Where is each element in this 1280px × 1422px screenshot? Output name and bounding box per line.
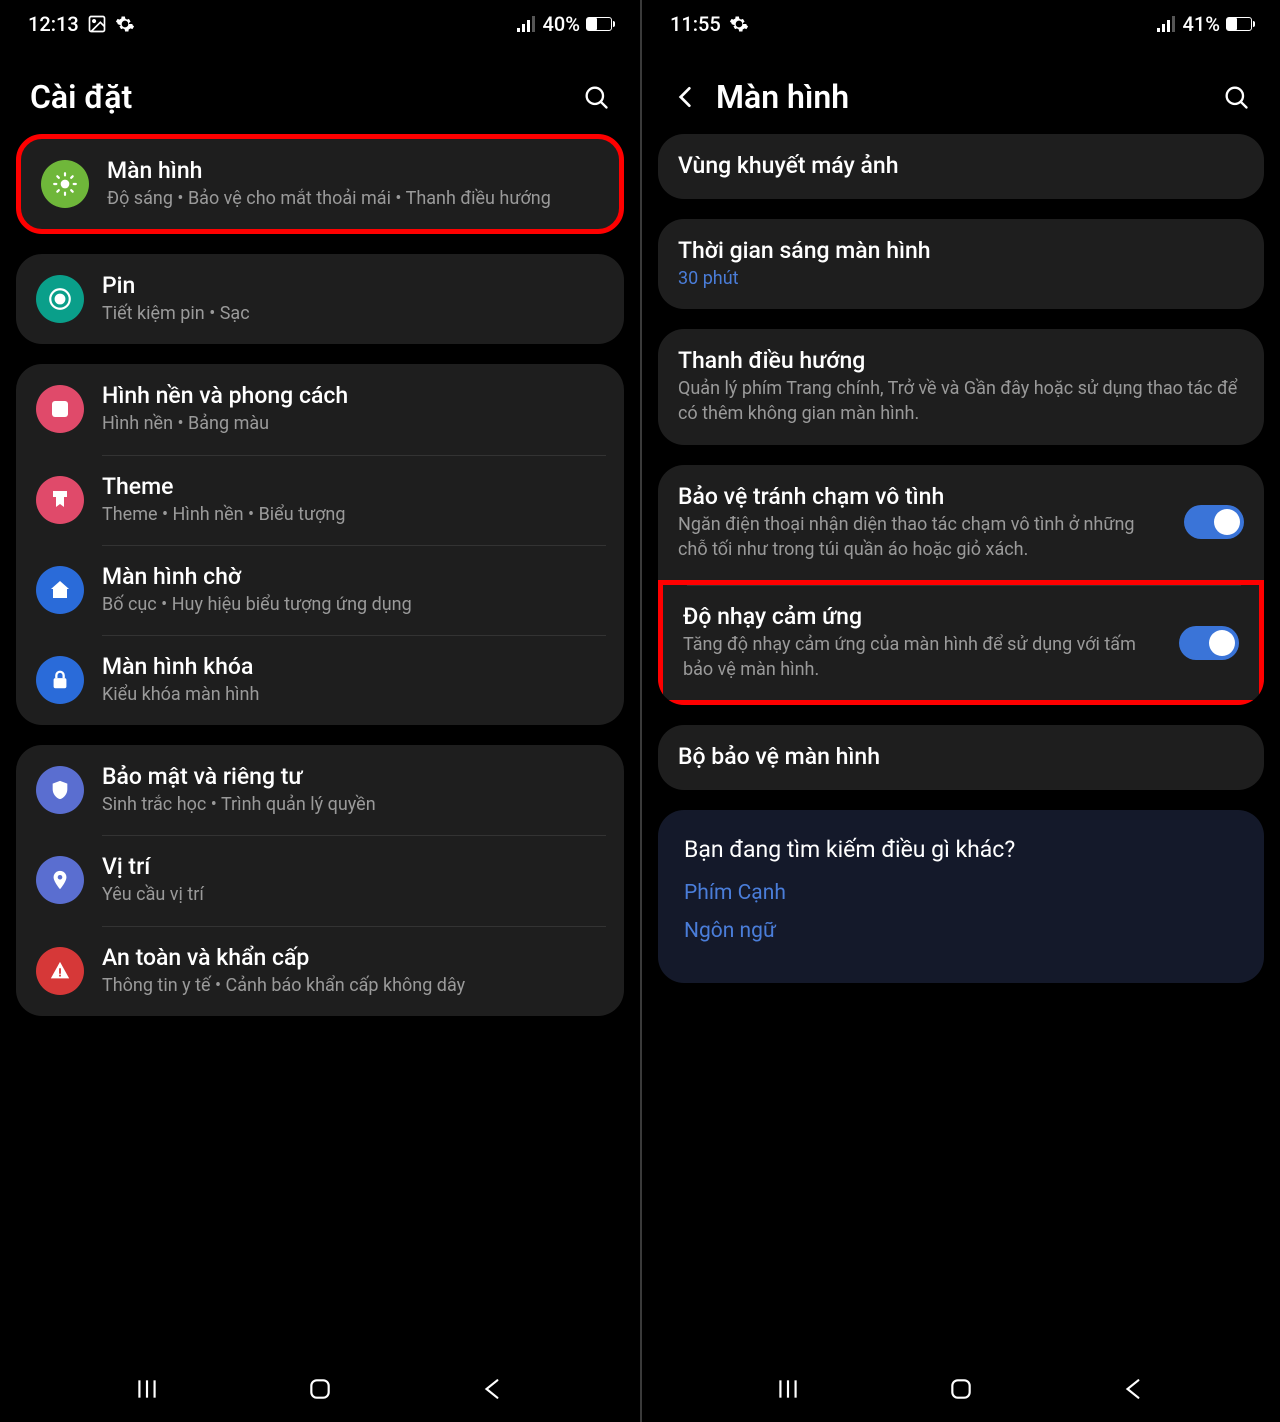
brightness-icon [41,160,89,208]
item-title: Thanh điều hướng [678,347,1244,374]
page-title: Màn hình [716,78,849,116]
search-icon[interactable] [582,83,610,111]
item-title: Vùng khuyết máy ảnh [678,152,1244,179]
settings-screen: 12:13 40% Cài đặt Màn hình Độ sáng • Bảo… [0,0,640,1422]
settings-item-location[interactable]: Vị trí Yêu cầu vị trí [16,835,624,925]
battery-percent: 41% [1183,12,1220,36]
item-subtitle: Độ sáng • Bảo vệ cho mắt thoải mái • Tha… [107,186,599,211]
battery-percent: 40% [543,12,580,36]
status-time: 11:55 [670,12,721,36]
item-subtitle: Tiết kiệm pin • Sạc [102,301,604,326]
item-subtitle: Kiểu khóa màn hình [102,682,604,707]
status-bar: 12:13 40% [0,0,640,48]
setting-screen-saver[interactable]: Bộ bảo vệ màn hình [658,725,1264,790]
header: Cài đặt [0,48,640,134]
back-icon[interactable] [672,84,698,110]
item-subtitle: Yêu cầu vị trí [102,882,604,907]
looking-for-panel: Bạn đang tìm kiếm điều gì khác? Phím Cạn… [658,810,1264,983]
item-title: Bảo mật và riêng tư [102,763,604,790]
item-title: Màn hình chờ [102,563,604,590]
item-subtitle: Bố cục • Huy hiệu biểu tượng ứng dụng [102,592,604,617]
setting-camera-cutout[interactable]: Vùng khuyết máy ảnh [658,134,1264,199]
item-subtitle: Thông tin y tế • Cảnh báo khẩn cấp không… [102,973,604,998]
item-title: Theme [102,473,604,500]
back-button[interactable] [1121,1376,1147,1402]
battery-icon [586,17,612,31]
theme-icon [36,476,84,524]
setting-navigation-bar[interactable]: Thanh điều hướng Quản lý phím Trang chín… [658,329,1264,444]
display-settings-screen: 11:55 41% Màn hình Vùng khuyết máy ảnh T… [640,0,1280,1422]
image-icon [87,14,107,34]
looking-for-link[interactable]: Ngôn ngữ [684,919,1238,943]
battery-icon [1226,17,1252,31]
item-title: Hình nền và phong cách [102,382,604,409]
item-title: Vị trí [102,853,604,880]
item-title: Độ nhạy cảm ứng [683,603,1161,630]
looking-for-link[interactable]: Phím Cạnh [684,881,1238,905]
home-button[interactable] [948,1376,974,1402]
settings-item-security[interactable]: Bảo mật và riêng tư Sinh trắc học • Trìn… [16,745,624,835]
item-title: An toàn và khẩn cấp [102,944,604,971]
signal-icon [517,16,537,32]
item-subtitle: Tăng độ nhạy cảm ứng của màn hình để sử … [683,632,1161,682]
settings-item-emergency[interactable]: An toàn và khẩn cấp Thông tin y tế • Cản… [16,926,624,1016]
status-time: 12:13 [28,12,79,36]
signal-icon [1157,16,1177,32]
gear-icon [115,14,135,34]
toggle-touch-sensitivity[interactable] [1179,626,1239,660]
gear-icon [729,14,749,34]
shield-icon [36,766,84,814]
toggle-accidental-touch[interactable] [1184,505,1244,539]
page-title: Cài đặt [30,78,132,116]
alert-icon [36,947,84,995]
wallpaper-icon [36,385,84,433]
looking-for-title: Bạn đang tìm kiếm điều gì khác? [684,836,1238,863]
home-button[interactable] [307,1376,333,1402]
settings-item-wallpaper[interactable]: Hình nền và phong cách Hình nền • Bảng m… [16,364,624,454]
setting-touch-sensitivity[interactable]: Độ nhạy cảm ứng Tăng độ nhạy cảm ứng của… [658,580,1264,705]
item-subtitle: Ngăn điện thoại nhận diện thao tác chạm … [678,512,1166,562]
settings-item-home[interactable]: Màn hình chờ Bố cục • Huy hiệu biểu tượn… [16,545,624,635]
item-subtitle: Sinh trắc học • Trình quản lý quyền [102,792,604,817]
battery-circle-icon [36,275,84,323]
item-title: Pin [102,272,604,299]
item-title: Bảo vệ tránh chạm vô tình [678,483,1166,510]
home-icon [36,566,84,614]
location-icon [36,856,84,904]
setting-accidental-touch[interactable]: Bảo vệ tránh chạm vô tình Ngăn điện thoạ… [658,465,1264,580]
status-bar: 11:55 41% [642,0,1280,48]
item-title: Màn hình khóa [102,653,604,680]
item-title: Bộ bảo vệ màn hình [678,743,1244,770]
navigation-bar [0,1356,640,1422]
search-icon[interactable] [1222,83,1250,111]
item-subtitle: Hình nền • Bảng màu [102,411,604,436]
item-subtitle: Theme • Hình nền • Biểu tượng [102,502,604,527]
display-settings-list[interactable]: Vùng khuyết máy ảnh Thời gian sáng màn h… [642,134,1280,1356]
header: Màn hình [642,48,1280,134]
recents-button[interactable] [134,1376,160,1402]
item-title: Thời gian sáng màn hình [678,237,1244,264]
settings-item-display[interactable]: Màn hình Độ sáng • Bảo vệ cho mắt thoải … [21,139,619,229]
back-button[interactable] [480,1376,506,1402]
item-subtitle: Quản lý phím Trang chính, Trở về và Gần … [678,376,1244,426]
item-value: 30 phút [678,266,1244,291]
lock-icon [36,656,84,704]
settings-list[interactable]: Màn hình Độ sáng • Bảo vệ cho mắt thoải … [0,134,640,1356]
item-title: Màn hình [107,157,599,184]
navigation-bar [642,1356,1280,1422]
setting-screen-timeout[interactable]: Thời gian sáng màn hình 30 phút [658,219,1264,309]
recents-button[interactable] [775,1376,801,1402]
settings-item-theme[interactable]: Theme Theme • Hình nền • Biểu tượng [16,455,624,545]
settings-item-battery[interactable]: Pin Tiết kiệm pin • Sạc [16,254,624,344]
settings-item-lockscreen[interactable]: Màn hình khóa Kiểu khóa màn hình [16,635,624,725]
